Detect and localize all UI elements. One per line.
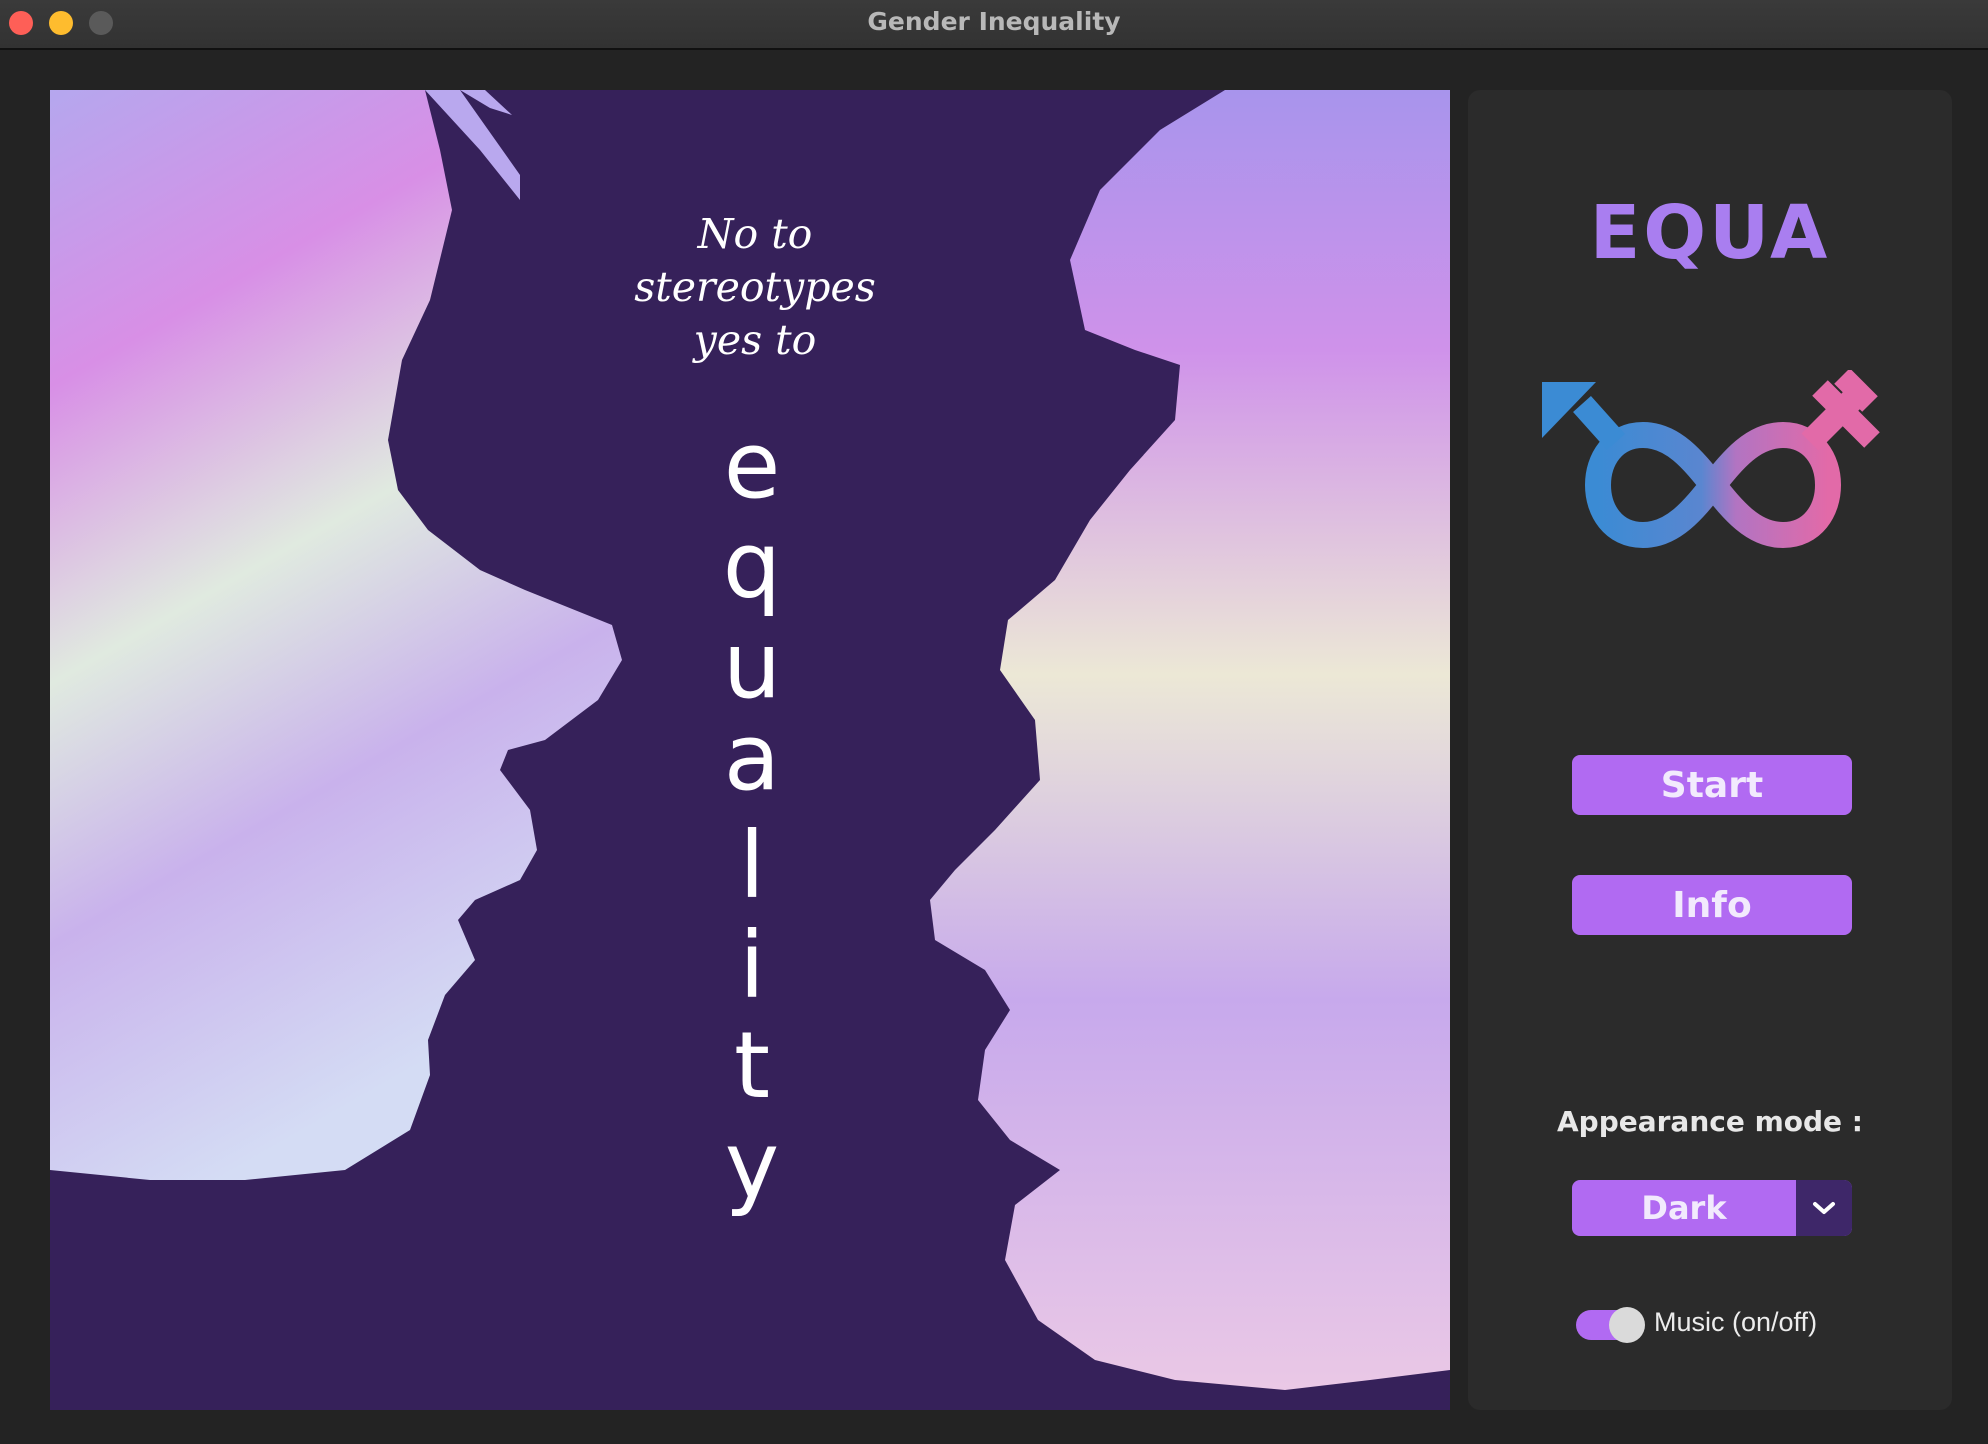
appearance-mode-label: Appearance mode :: [1556, 1105, 1863, 1138]
music-toggle-label[interactable]: Music (on/off): [1654, 1307, 1817, 1338]
equality-letter: u: [722, 612, 782, 719]
slogan-line: stereotypes: [634, 263, 876, 311]
gender-equality-infinity-icon: [1542, 370, 1880, 548]
poster-slogan: No to stereotypes yes to: [550, 208, 960, 367]
appearance-mode-value[interactable]: Dark: [1572, 1180, 1796, 1236]
info-button[interactable]: Info: [1572, 875, 1852, 935]
switch-knob[interactable]: [1609, 1307, 1645, 1343]
main-content: No to stereotypes yes to e q u a l i t y…: [0, 50, 1988, 1444]
window-title: Gender Inequality: [867, 7, 1121, 36]
start-button[interactable]: Start: [1572, 755, 1852, 815]
equality-letter: q: [722, 512, 782, 619]
slogan-line: No to: [697, 210, 813, 258]
equality-letter: a: [723, 704, 781, 811]
chevron-down-icon[interactable]: [1796, 1180, 1852, 1236]
equality-poster-image: No to stereotypes yes to e q u a l i t y: [50, 90, 1450, 1410]
equality-letter: l: [739, 812, 765, 919]
appearance-mode-dropdown[interactable]: Dark: [1572, 1180, 1852, 1236]
music-toggle-switch[interactable]: [1576, 1307, 1645, 1343]
side-panel: EQUA Start Info Appearance mode : Dark M…: [1468, 90, 1952, 1410]
equality-letter: i: [739, 912, 765, 1019]
left-face-silhouette: [50, 90, 622, 1180]
right-face-silhouette: [930, 90, 1450, 1390]
slogan-line: yes to: [693, 316, 817, 364]
equality-letter: y: [724, 1112, 780, 1219]
equality-letter: t: [733, 1012, 771, 1119]
app-title: EQUA: [1589, 190, 1831, 276]
window-titlebar: Gender Inequality: [0, 0, 1988, 50]
equality-letter: e: [723, 412, 781, 519]
